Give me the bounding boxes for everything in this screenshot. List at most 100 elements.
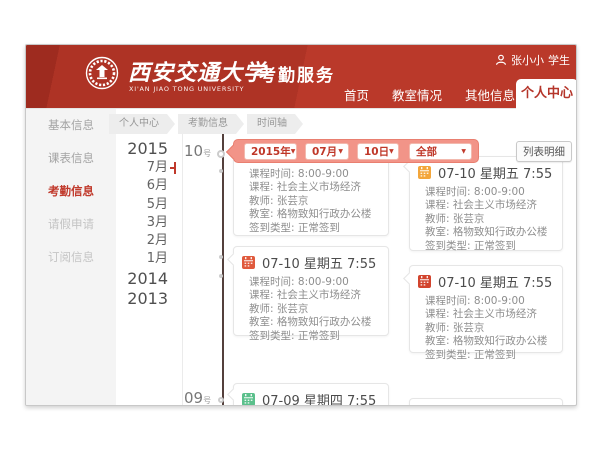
nav-item[interactable]: 其他信息: [465, 85, 515, 104]
row-value: 张芸京: [277, 195, 309, 207]
row-label: 教师:: [249, 195, 274, 207]
breadcrumb-item[interactable]: 时间轴: [247, 114, 303, 134]
row-label: 课程时间:: [425, 295, 471, 307]
row-value: 格物致知行政办公楼: [277, 316, 372, 328]
card-row: 签到类型: 正常签到: [425, 349, 554, 362]
card-header: 07-10 星期五 7:55: [234, 247, 388, 273]
nav-item[interactable]: 教室情况: [392, 85, 442, 104]
card-row: 课程时间: 8:00-9:00: [425, 295, 554, 308]
card-row: 课程: 社会主义市场经济: [425, 308, 554, 321]
timeline-month[interactable]: 1月: [118, 250, 168, 268]
row-label: 教师:: [249, 303, 274, 315]
card-row: 教室: 格物致知行政办公楼: [425, 335, 554, 348]
row-value: 张芸京: [453, 213, 485, 225]
breadcrumb-item[interactable]: 考勤信息: [178, 114, 244, 134]
sidebar-item[interactable]: 订阅信息: [26, 241, 116, 274]
row-value: 张芸京: [453, 322, 485, 334]
calendar-icon: [242, 393, 255, 406]
card-row: 课程时间: 8:00-9:00: [249, 276, 380, 289]
row-value: 8:00-9:00: [474, 186, 525, 198]
card-row: 课程: 社会主义市场经济: [249, 181, 380, 194]
timeline-year-nav: 20157月6月5月3月2月1月20142013: [118, 139, 168, 309]
timeline-dot: [218, 397, 224, 403]
day-number: 09: [184, 389, 203, 406]
year-select[interactable]: 2015年▼: [244, 143, 297, 160]
row-label: 教室:: [425, 335, 450, 347]
row-label: 签到类型:: [425, 240, 471, 252]
row-label: 教师:: [425, 213, 450, 225]
header: 西安交通大学 XI'AN JIAO TONG UNIVERSITY 考勤服务 张…: [26, 45, 576, 109]
breadcrumb-item[interactable]: 个人中心: [109, 114, 175, 134]
nav-item[interactable]: 首页: [344, 85, 369, 104]
timeline-month[interactable]: 6月: [118, 177, 168, 195]
attendance-card[interactable]: [409, 398, 563, 406]
sidebar-item[interactable]: 请假申请: [26, 208, 116, 241]
type-select[interactable]: 全部▼: [409, 143, 472, 160]
card-row: 签到类型: 正常签到: [249, 330, 380, 343]
attendance-card[interactable]: 07-09 星期四 7:55: [233, 383, 389, 406]
calendar-icon: [242, 256, 255, 269]
row-value: 8:00-9:00: [474, 295, 525, 307]
sidebar: 基本信息课表信息考勤信息请假申请订阅信息: [26, 109, 116, 405]
day-number: 10: [184, 142, 203, 160]
month-select[interactable]: 07月▼: [305, 143, 349, 160]
main-nav: 首页 教室情况 其他信息: [344, 81, 515, 107]
timeline-year[interactable]: 2014: [118, 269, 168, 289]
month-select-value: 07月: [312, 144, 337, 159]
card-header: 07-10 星期五 7:55: [410, 266, 562, 292]
user-info[interactable]: 张小小 学生: [495, 52, 570, 68]
service-title: 考勤服务: [259, 61, 335, 86]
card-row: 签到类型: 正常签到: [425, 240, 554, 253]
day-suffix: 号: [203, 149, 211, 158]
row-value: 正常签到: [298, 222, 340, 234]
card-row: 签到类型: 正常签到: [249, 222, 380, 235]
timeline-month[interactable]: 5月: [118, 196, 168, 214]
row-value: 社会主义市场经济: [453, 199, 537, 211]
row-label: 签到类型:: [249, 222, 295, 234]
row-label: 课程时间:: [249, 168, 295, 180]
tab-personal-center[interactable]: 个人中心: [516, 79, 577, 109]
list-detail-button[interactable]: 列表明细: [516, 141, 572, 162]
timeline-line: [222, 121, 224, 405]
card-row: 课程: 社会主义市场经济: [249, 289, 380, 302]
row-label: 课程:: [249, 289, 274, 301]
timeline-dot: [219, 169, 223, 173]
row-value: 正常签到: [474, 240, 516, 252]
university-logo-icon: [85, 56, 119, 90]
attendance-card[interactable]: 课程时间: 8:00-9:00课程: 社会主义市场经济教师: 张芸京教室: 格物…: [233, 153, 389, 236]
type-select-value: 全部: [416, 144, 437, 159]
row-label: 课程时间:: [249, 276, 295, 288]
university-name: 西安交通大学: [128, 55, 266, 87]
row-value: 社会主义市场经济: [277, 289, 361, 301]
attendance-card[interactable]: 07-10 星期五 7:55 课程时间: 8:00-9:00课程: 社会主义市场经…: [233, 246, 389, 336]
card-rows: 课程时间: 8:00-9:00课程: 社会主义市场经济教师: 张芸京教室: 格物…: [234, 154, 388, 241]
timeline-month[interactable]: 7月: [118, 159, 168, 177]
attendance-card[interactable]: 07-10 星期五 7:55课程时间: 8:00-9:00课程: 社会主义市场经…: [409, 156, 563, 251]
day-select[interactable]: 10日▼: [357, 143, 399, 160]
timeline-dot: [219, 274, 223, 278]
sidebar-item[interactable]: 基本信息: [26, 109, 116, 142]
sidebar-item[interactable]: 课表信息: [26, 142, 116, 175]
row-value: 正常签到: [474, 349, 516, 361]
university-name-en: XI'AN JIAO TONG UNIVERSITY: [129, 85, 244, 93]
timeline-month[interactable]: 3月: [118, 214, 168, 232]
row-value: 社会主义市场经济: [277, 181, 361, 193]
day-suffix: 号: [203, 396, 211, 405]
caret-down-icon: ▼: [338, 148, 343, 155]
row-value: 8:00-9:00: [298, 168, 349, 180]
timeline-year[interactable]: 2013: [118, 289, 168, 309]
card-row: 教师: 张芸京: [425, 322, 554, 335]
timeline-dot: [219, 255, 223, 259]
sidebar-item[interactable]: 考勤信息: [26, 175, 116, 208]
user-role: 学生: [548, 52, 570, 68]
card-row: 教师: 张芸京: [249, 195, 380, 208]
attendance-card[interactable]: 07-10 星期五 7:55 课程时间: 8:00-9:00课程: 社会主义市场经…: [409, 265, 563, 353]
person-icon: [495, 54, 507, 66]
card-header: 07-09 星期四 7:55: [234, 384, 388, 406]
timeline-year[interactable]: 2015: [118, 139, 168, 159]
card-row: 教室: 格物致知行政办公楼: [425, 226, 554, 239]
rail-divider: [182, 117, 183, 405]
row-label: 签到类型:: [425, 349, 471, 361]
row-value: 张芸京: [277, 303, 309, 315]
timeline-month[interactable]: 2月: [118, 232, 168, 250]
